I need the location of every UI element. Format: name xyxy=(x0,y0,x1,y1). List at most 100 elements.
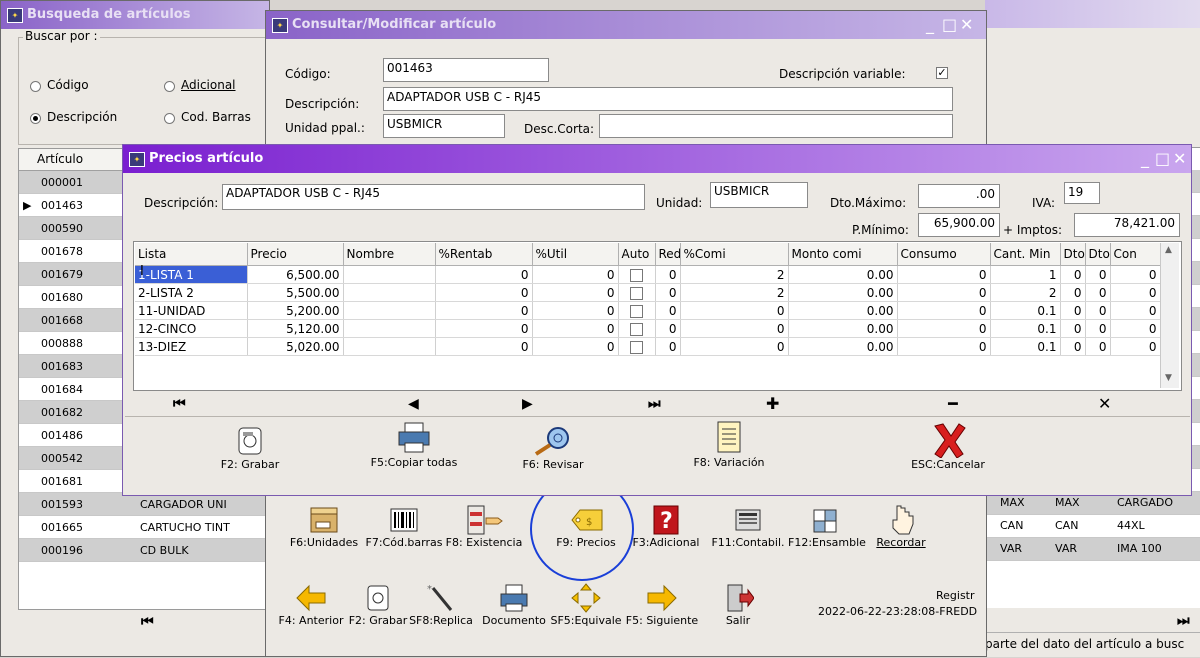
cell-rentab[interactable]: 0 xyxy=(435,283,533,302)
cell-util[interactable]: 0 xyxy=(532,319,619,338)
cell-con[interactable]: 0 xyxy=(1110,283,1161,302)
auto-checkbox[interactable] xyxy=(630,322,643,336)
unidad-field[interactable]: USBMICR xyxy=(383,114,505,138)
auto-checkbox-cell[interactable] xyxy=(618,319,656,338)
table-row[interactable]: VAR VAR IMA 100 xyxy=(985,538,1200,561)
cell-consumo[interactable]: 0 xyxy=(897,337,991,356)
radio-codigo-label[interactable]: Código xyxy=(47,78,89,92)
cell-nombre[interactable] xyxy=(343,301,436,320)
cell-d2[interactable]: 0 xyxy=(1085,301,1111,320)
minimize-icon[interactable]: _ xyxy=(926,11,934,39)
cell-red[interactable]: 0 xyxy=(655,319,681,338)
cell-d2[interactable]: 0 xyxy=(1085,319,1111,338)
cell-comi[interactable]: 0 xyxy=(680,337,789,356)
cell-monto[interactable]: 0.00 xyxy=(788,283,898,302)
col-header[interactable]: Cant. Min xyxy=(990,243,1061,266)
cell-cant[interactable]: 0.1 xyxy=(990,301,1061,320)
descripcion-field[interactable]: ADAPTADOR USB C - RJ45 xyxy=(383,87,953,111)
cell-lista[interactable]: 2-LISTA 2 xyxy=(135,283,248,302)
cell-consumo[interactable]: 0 xyxy=(897,283,991,302)
cell-cant[interactable]: 0.1 xyxy=(990,337,1061,356)
col-header[interactable]: Con xyxy=(1110,243,1161,266)
revisar-button[interactable]: F6: Revisar xyxy=(508,420,598,471)
cell-util[interactable]: 0 xyxy=(532,265,619,284)
cell-monto[interactable]: 0.00 xyxy=(788,301,898,320)
prices-unidad-field[interactable]: USBMICR xyxy=(710,182,808,208)
table-row[interactable]: 000196 CD BULK xyxy=(19,538,272,562)
replica-button[interactable]: * SF8:Replica xyxy=(408,582,474,627)
col-header[interactable]: %Util xyxy=(532,243,619,266)
cell-precio[interactable]: 6,500.00 xyxy=(247,265,344,284)
cell-con[interactable]: 0 xyxy=(1110,337,1161,356)
col-header[interactable]: Dto. xyxy=(1060,243,1086,266)
cell-d1[interactable]: 0 xyxy=(1060,265,1086,284)
cell-monto[interactable]: 0.00 xyxy=(788,319,898,338)
cell-nombre[interactable] xyxy=(343,337,436,356)
cell-d2[interactable]: 0 xyxy=(1085,265,1111,284)
radio-codigo[interactable] xyxy=(30,81,41,92)
cell-d1[interactable]: 0 xyxy=(1060,301,1086,320)
cell-rentab[interactable]: 0 xyxy=(435,301,533,320)
cell-precio[interactable]: 5,200.00 xyxy=(247,301,344,320)
nav-next-icon[interactable]: ▶ xyxy=(522,396,533,412)
col-header[interactable]: %Rentab xyxy=(435,243,533,266)
cell-red[interactable]: 0 xyxy=(655,265,681,284)
nav-remove-icon[interactable]: ━ xyxy=(948,394,958,413)
nav-add-icon[interactable]: ✚ xyxy=(766,394,779,413)
table-row[interactable]: 2-LISTA 2 5,500.00 0 0 0 2 0.00 0 2 0 0 0 xyxy=(135,283,1161,302)
cell-nombre[interactable] xyxy=(343,283,436,302)
cell-precio[interactable]: 5,020.00 xyxy=(247,337,344,356)
scroll-up-icon[interactable]: ▲ xyxy=(1165,245,1172,255)
cell-d2[interactable]: 0 xyxy=(1085,337,1111,356)
col-header[interactable]: Dto. xyxy=(1085,243,1111,266)
prices-desc-field[interactable]: ADAPTADOR USB C - RJ45 xyxy=(222,184,645,210)
cell-monto[interactable]: 0.00 xyxy=(788,337,898,356)
col-header[interactable]: Lista xyxy=(135,243,248,266)
cell-comi[interactable]: 2 xyxy=(680,265,789,284)
variacion-button[interactable]: F8: Variación xyxy=(684,420,774,469)
imptos-field[interactable]: 78,421.00 xyxy=(1074,213,1180,237)
nav-prev-icon[interactable]: ◀ xyxy=(408,396,419,412)
cell-d2[interactable]: 0 xyxy=(1085,283,1111,302)
auto-checkbox[interactable] xyxy=(630,286,643,300)
cell-cant[interactable]: 0.1 xyxy=(990,319,1061,338)
adicional-button[interactable]: ? F3:Adicional xyxy=(628,504,704,549)
col-header[interactable]: Consumo xyxy=(897,243,991,266)
col-header[interactable]: %Comi xyxy=(680,243,789,266)
search-first-icon[interactable]: ⏮ xyxy=(141,614,154,630)
table-row[interactable]: 1-LISTA 1 6,500.00 0 0 0 2 0.00 0 1 0 0 0 xyxy=(135,265,1161,284)
radio-adicional[interactable] xyxy=(164,81,175,92)
cell-con[interactable]: 0 xyxy=(1110,265,1161,284)
cell-nombre[interactable] xyxy=(343,265,436,284)
maximize-icon[interactable]: □ xyxy=(942,11,957,39)
nav-delete-icon[interactable]: ✕ xyxy=(1098,394,1111,413)
pmin-field[interactable]: 65,900.00 xyxy=(918,213,1000,237)
salir-button[interactable]: Salir xyxy=(718,582,758,627)
auto-checkbox-cell[interactable] xyxy=(618,265,656,284)
close-icon[interactable]: ✕ xyxy=(1173,145,1186,173)
cell-lista[interactable]: 11-UNIDAD xyxy=(135,301,248,320)
col-header[interactable]: Monto comi xyxy=(788,243,898,266)
table-row[interactable]: 12-CINCO 5,120.00 0 0 0 0 0.00 0 0.1 0 0 0 xyxy=(135,319,1161,338)
cell-red[interactable]: 0 xyxy=(655,301,681,320)
desc-variable-checkbox[interactable]: ✓ xyxy=(936,67,948,79)
cell-rentab[interactable]: 0 xyxy=(435,319,533,338)
auto-checkbox-cell[interactable] xyxy=(618,283,656,302)
cell-d1[interactable]: 0 xyxy=(1060,283,1086,302)
radio-descripcion-label[interactable]: Descripción xyxy=(47,110,117,124)
ensamble-button[interactable]: F12:Ensamble xyxy=(788,504,866,549)
cell-comi[interactable]: 0 xyxy=(680,301,789,320)
cod-barras-button[interactable]: F7:Cód.barras xyxy=(364,504,444,549)
cell-comi[interactable]: 2 xyxy=(680,283,789,302)
cell-lista[interactable]: 13-DIEZ xyxy=(135,337,248,356)
radio-descripcion[interactable] xyxy=(30,113,41,124)
cell-util[interactable]: 0 xyxy=(532,283,619,302)
cell-util[interactable]: 0 xyxy=(532,337,619,356)
cell-red[interactable]: 0 xyxy=(655,337,681,356)
cell-consumo[interactable]: 0 xyxy=(897,319,991,338)
col-header[interactable]: Auto xyxy=(618,243,656,266)
dto-max-field[interactable]: .00 xyxy=(918,184,1000,208)
cell-cant[interactable]: 2 xyxy=(990,283,1061,302)
cell-red[interactable]: 0 xyxy=(655,283,681,302)
table-row[interactable]: CAN CAN 44XL xyxy=(985,515,1200,538)
